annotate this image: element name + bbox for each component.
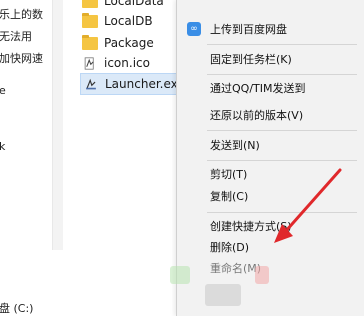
annotation-arrow-icon xyxy=(274,168,342,243)
